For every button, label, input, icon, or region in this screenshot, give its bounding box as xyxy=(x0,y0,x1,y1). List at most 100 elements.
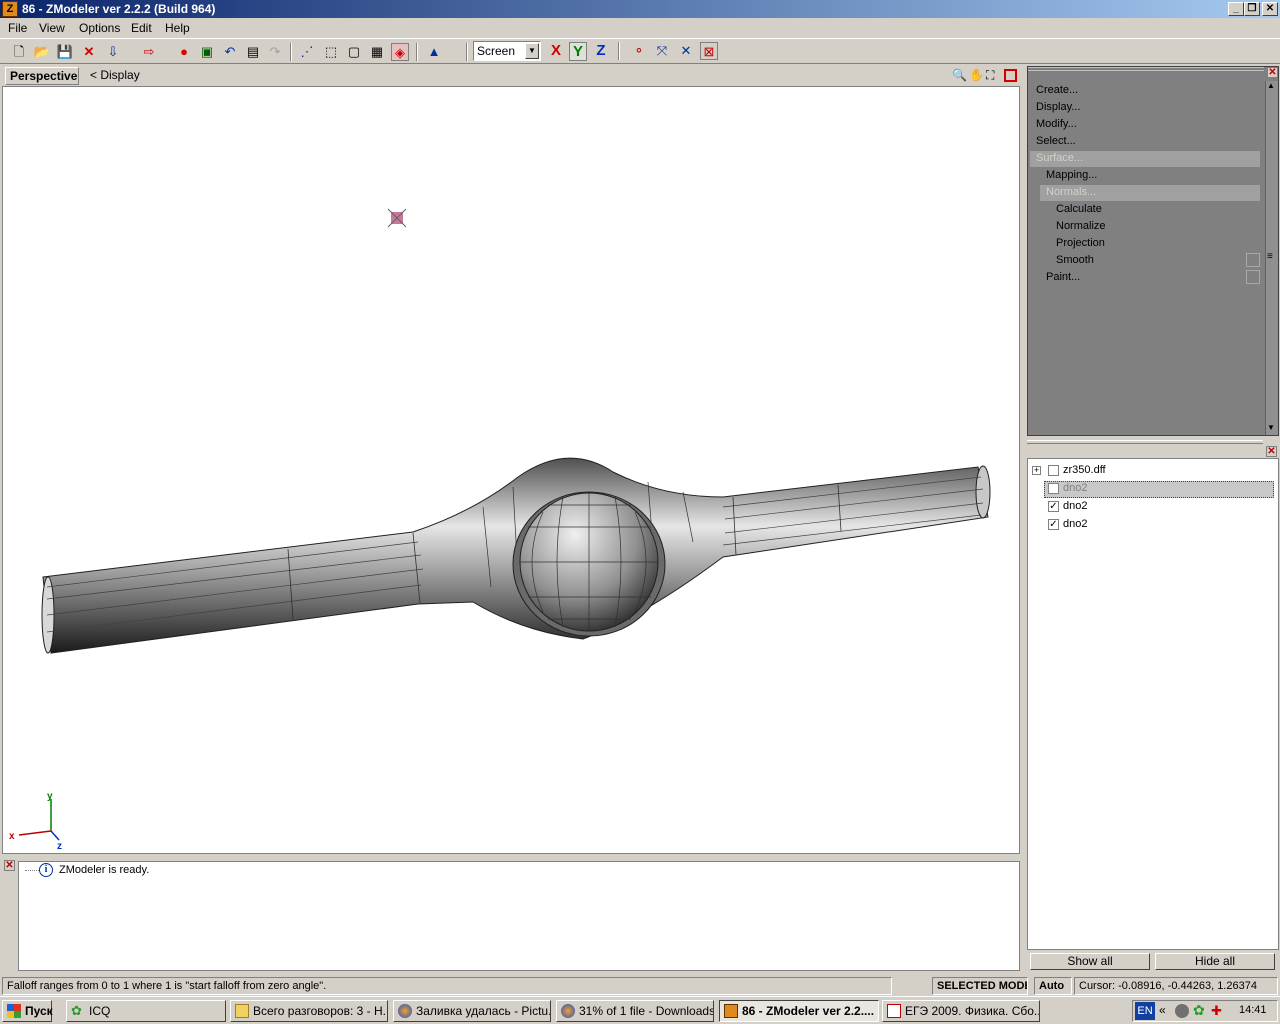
tab-perspective[interactable]: Perspective xyxy=(5,67,79,85)
tray-icq-icon[interactable]: ✿ xyxy=(1193,1002,1205,1019)
command-item[interactable]: Calculate xyxy=(1056,202,1102,218)
import-icon[interactable]: ⇩ xyxy=(104,43,122,61)
close-panel-icon[interactable]: ✕ xyxy=(1267,67,1278,78)
3d-viewport[interactable]: y x z xyxy=(2,86,1020,854)
open-folder-icon[interactable]: 📂 xyxy=(33,43,51,61)
delete-icon[interactable]: ✕ xyxy=(80,43,98,61)
smooth-option-box[interactable] xyxy=(1246,253,1260,267)
close-button[interactable]: ✕ xyxy=(1262,2,1278,16)
scroll-down-icon[interactable]: ▼ xyxy=(1267,423,1275,432)
undo-icon[interactable]: ↶ xyxy=(221,43,239,61)
menu-file[interactable]: File xyxy=(8,21,27,35)
command-item[interactable]: Projection xyxy=(1056,236,1105,252)
export-icon[interactable]: ⇨ xyxy=(140,43,158,61)
tray-antivirus-icon[interactable]: ✚ xyxy=(1211,1003,1222,1019)
hide-all-button[interactable]: Hide all xyxy=(1155,953,1275,970)
command-item[interactable]: Select... xyxy=(1036,134,1076,150)
vertex-mode-icon[interactable]: ⋰ xyxy=(298,43,316,61)
fit-view-icon[interactable]: ⛶ xyxy=(986,68,994,83)
menu-view[interactable]: View xyxy=(39,21,65,35)
restore-button[interactable]: ❐ xyxy=(1244,2,1260,16)
status-auto[interactable]: Auto xyxy=(1034,977,1072,995)
command-item[interactable]: Normalize xyxy=(1056,219,1106,235)
render-icon[interactable]: ▣ xyxy=(198,43,216,61)
rotate-tool-icon[interactable]: ⤧ xyxy=(653,42,671,60)
display-menu[interactable]: < Display xyxy=(90,68,140,82)
redo-icon[interactable]: ↷ xyxy=(266,43,284,61)
pan-hand-icon[interactable]: ✋ xyxy=(969,68,984,82)
notes-icon[interactable]: ▤ xyxy=(244,43,262,61)
scroll-thumb[interactable]: ≡ xyxy=(1267,251,1273,262)
icq-flower-icon: ✿ xyxy=(71,1003,82,1018)
tree-connector xyxy=(25,870,39,871)
panel-scrollbar[interactable]: ▲ ≡ ▼ xyxy=(1265,81,1278,435)
axis-y-toggle[interactable]: Y xyxy=(569,42,587,61)
task-conversations[interactable]: Всего разговоров: 3 - Н... xyxy=(230,1000,388,1022)
command-item[interactable]: Normals... xyxy=(1040,185,1260,201)
maximize-viewport-icon[interactable] xyxy=(1004,69,1017,82)
coord-system-value: Screen xyxy=(477,44,516,58)
move-tool-icon[interactable]: ⚬ xyxy=(630,42,648,60)
object-item-label[interactable]: dno2 xyxy=(1063,500,1087,512)
task-zmodeler[interactable]: 86 - ZModeler ver 2.2.... xyxy=(719,1000,879,1022)
light-marker[interactable] xyxy=(387,208,407,228)
record-icon[interactable]: ● xyxy=(175,43,193,61)
start-button[interactable]: Пуск xyxy=(2,1000,53,1022)
command-item[interactable]: Display... xyxy=(1036,100,1080,116)
visibility-checkbox[interactable]: ✓ xyxy=(1048,501,1059,512)
task-pdf-physics[interactable]: ЕГЭ 2009. Физика. Сбо... xyxy=(882,1000,1040,1022)
object-item-label[interactable]: dno2 xyxy=(1063,518,1087,530)
task-picture-upload[interactable]: Заливка удалась - Pictu... xyxy=(393,1000,551,1022)
command-item[interactable]: Smooth xyxy=(1056,253,1094,269)
status-mode: SELECTED MODE xyxy=(932,977,1028,995)
system-tray: « ✿ ✚ 14:41 xyxy=(1132,1000,1278,1022)
command-item[interactable]: Surface... xyxy=(1030,151,1260,167)
menu-options[interactable]: Options xyxy=(79,21,120,35)
object-item-label[interactable]: dno2 xyxy=(1063,482,1087,494)
chevron-down-icon[interactable]: ▼ xyxy=(525,43,539,59)
panel-splitter[interactable]: ✕ xyxy=(1027,436,1279,458)
window-title: 86 - ZModeler ver 2.2.2 (Build 964) xyxy=(22,2,216,16)
start-label: Пуск xyxy=(25,1004,53,1018)
panel-grip xyxy=(1028,67,1264,71)
axis-x-toggle[interactable]: X xyxy=(547,42,565,59)
visibility-checkbox[interactable]: ✓ xyxy=(1048,519,1059,530)
task-icq[interactable]: ✿ ICQ xyxy=(66,1000,226,1022)
object-item-label[interactable]: zr350.dff xyxy=(1063,464,1106,476)
close-log-icon[interactable]: ✕ xyxy=(4,860,15,871)
scene-canvas[interactable]: y x z xyxy=(3,87,1019,853)
firefox-icon xyxy=(398,1004,412,1018)
zoom-icon[interactable]: 🔍 xyxy=(952,68,967,82)
face-mode-icon[interactable]: ▢ xyxy=(345,43,363,61)
close-objects-icon[interactable]: ✕ xyxy=(1266,446,1277,457)
object-mode-icon[interactable]: ▦ xyxy=(368,43,386,61)
command-item[interactable]: Create... xyxy=(1036,83,1078,99)
folder-icon xyxy=(235,1004,249,1018)
mesh-object[interactable] xyxy=(41,457,991,654)
pivot-icon[interactable]: ▲ xyxy=(425,43,443,61)
visibility-checkbox[interactable] xyxy=(1048,465,1059,476)
show-all-button[interactable]: Show all xyxy=(1030,953,1150,970)
minimize-button[interactable]: _ xyxy=(1228,2,1244,16)
menu-help[interactable]: Help xyxy=(165,21,190,35)
task-downloads[interactable]: 31% of 1 file - Downloads xyxy=(556,1000,714,1022)
command-item[interactable]: Modify... xyxy=(1036,117,1077,133)
expand-icon[interactable]: + xyxy=(1032,466,1041,475)
coord-system-select[interactable]: Screen ▼ xyxy=(473,41,541,61)
new-file-icon[interactable]: 🗋 xyxy=(10,43,28,61)
selection-lock-icon[interactable]: ◈ xyxy=(391,43,409,61)
command-item[interactable]: Paint... xyxy=(1046,270,1080,286)
object-list[interactable]: + zr350.dff dno2 ✓ dno2 ✓ dno2 xyxy=(1027,458,1279,950)
edge-mode-icon[interactable]: ⬚ xyxy=(322,43,340,61)
visibility-checkbox[interactable] xyxy=(1048,483,1059,494)
scale-tool-icon[interactable]: ✕ xyxy=(677,42,695,60)
tray-network-icon[interactable] xyxy=(1175,1004,1189,1018)
command-item[interactable]: Mapping... xyxy=(1046,168,1097,184)
save-icon[interactable]: 💾 xyxy=(56,43,74,61)
tray-expand-icon[interactable]: « xyxy=(1159,1003,1166,1017)
scroll-up-icon[interactable]: ▲ xyxy=(1267,81,1275,90)
snap-tool-icon[interactable]: ⊠ xyxy=(700,42,718,60)
paint-option-box[interactable] xyxy=(1246,270,1260,284)
menu-edit[interactable]: Edit xyxy=(131,21,152,35)
axis-z-toggle[interactable]: Z xyxy=(592,42,610,59)
